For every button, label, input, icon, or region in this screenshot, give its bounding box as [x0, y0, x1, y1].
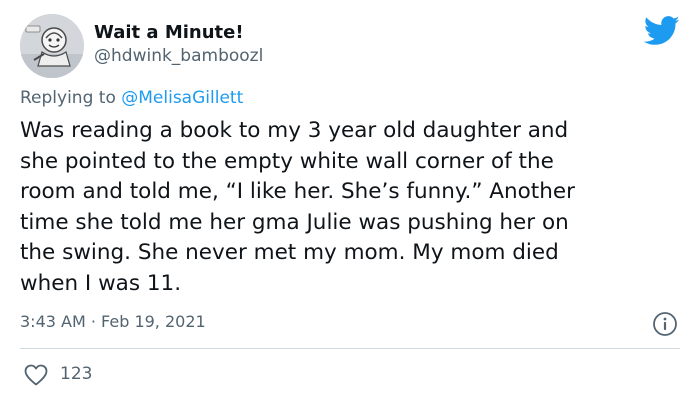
avatar-image — [20, 14, 84, 78]
tweet-timestamp[interactable]: 3:43 AM · Feb 19, 2021 — [20, 312, 206, 331]
info-icon[interactable] — [652, 311, 678, 337]
replying-to-line: Replying to @MelisaGillett — [20, 88, 243, 108]
avatar[interactable] — [20, 14, 84, 78]
tweet-body: Was reading a book to my 3 year old daug… — [20, 116, 680, 299]
user-handle[interactable]: @hdwink_bamboozl — [94, 46, 263, 66]
tweet-body-line: time she told me her gma Julie was pushi… — [20, 209, 569, 235]
like-count[interactable]: 123 — [60, 364, 92, 384]
heart-icon[interactable] — [24, 364, 48, 386]
tweet-card: Wait a Minute! @hdwink_bamboozl Replying… — [0, 0, 700, 402]
tweet-body-line: she pointed to the empty white wall corn… — [20, 148, 554, 174]
twitter-bird-icon[interactable] — [644, 16, 680, 46]
tweet-body-line: the swing. She never met my mom. My mom … — [20, 240, 559, 265]
tweet-body-line: Was reading a book to my 3 year old daug… — [20, 118, 569, 143]
tweet-body-line: when I was 11. — [20, 270, 182, 296]
reply-mention-link[interactable]: @MelisaGillett — [121, 88, 243, 108]
divider — [20, 348, 680, 349]
tweet-body-line: room and told me, “I like her. She’s fun… — [20, 179, 575, 204]
replying-to-label: Replying to — [20, 88, 122, 108]
display-name[interactable]: Wait a Minute! — [94, 22, 244, 43]
